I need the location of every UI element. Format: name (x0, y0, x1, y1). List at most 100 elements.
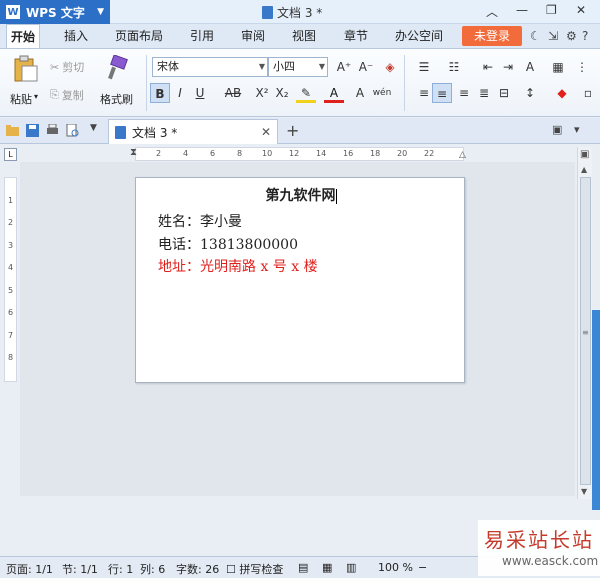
format-painter-label: 格式刷 (100, 93, 133, 106)
font-name-select[interactable]: 宋体 ▼ (152, 57, 268, 77)
zoom-out-icon[interactable]: − (418, 561, 427, 574)
menu-review[interactable]: 审阅 (237, 24, 269, 48)
print-preview-icon[interactable] (66, 124, 79, 137)
web-view-button[interactable]: ▥ (346, 561, 356, 574)
borders-button[interactable]: ▫ (578, 83, 598, 103)
scrollbar-thumb[interactable]: ≡ (580, 177, 591, 485)
ruler-tick: 22 (424, 149, 435, 158)
ruler-tick: 4 (8, 263, 14, 272)
menu-references[interactable]: 引用 (186, 24, 218, 48)
close-tab-icon[interactable]: ✕ (261, 125, 271, 139)
menu-office-space[interactable]: 办公空间 (391, 24, 447, 48)
distributed-button[interactable]: ⊟ (494, 83, 514, 103)
align-right-button[interactable]: ≡ (454, 83, 474, 103)
superscript-button[interactable]: X² (252, 83, 272, 103)
clear-format-icon[interactable]: ◈ (380, 57, 400, 77)
ruler-tick: 5 (8, 286, 14, 295)
document-tab-label: 文档 3 * (132, 125, 178, 140)
menu-home[interactable]: 开始 (6, 24, 41, 48)
quick-access-dropdown-icon[interactable]: ▼ (90, 123, 97, 133)
numbering-button[interactable]: ☷ (444, 57, 464, 77)
document-tab[interactable]: 文档 3 * ✕ (108, 119, 278, 144)
left-indent-marker[interactable]: ⧗ (130, 147, 137, 158)
font-size-value: 小四 (273, 60, 295, 73)
align-center-button[interactable]: ≡ (432, 83, 452, 103)
align-left-button[interactable]: ≡ (414, 83, 434, 103)
cut-button[interactable]: ✂ 剪切 (50, 59, 84, 75)
document-page[interactable]: 第九软件网 姓名：李小曼 电话：13813800000 地址：光明南路 x 号 … (135, 177, 465, 383)
ruler-tick: 14 (316, 149, 327, 158)
bold-button[interactable]: B (150, 83, 170, 103)
ruler-tick: 16 (343, 149, 354, 158)
text-direction-button[interactable]: A (520, 57, 540, 77)
strikethrough-button[interactable]: AB (220, 83, 246, 103)
paste-dropdown-icon[interactable]: ▾ (34, 92, 38, 101)
watermark: 易采站长站 www.easck.com (478, 520, 600, 576)
phonetic-guide-button[interactable]: wén (372, 83, 392, 103)
menu-insert[interactable]: 插入 (60, 24, 92, 48)
line-spacing-button[interactable]: ↕ (520, 83, 540, 103)
side-panel-strip[interactable] (592, 310, 600, 510)
help-icon[interactable]: ? (582, 29, 588, 43)
copy-button[interactable]: ⎘ 复制 (50, 87, 84, 103)
increase-indent-button[interactable]: ⇥ (498, 57, 518, 77)
shading-button[interactable]: ◆ (552, 83, 572, 103)
bullets-button[interactable]: ☰ (414, 57, 434, 77)
settings-icon[interactable]: ⚙ (566, 29, 577, 43)
shrink-font-button[interactable]: A⁻ (356, 57, 376, 77)
minimize-button[interactable]: — (516, 3, 528, 17)
collapse-ribbon-icon[interactable]: ︿ (486, 3, 498, 20)
outline-view-button[interactable]: ▦ (322, 561, 332, 574)
print-icon[interactable] (46, 124, 59, 137)
decrease-indent-button[interactable]: ⇤ (478, 57, 498, 77)
document-heading[interactable]: 第九软件网 (136, 185, 466, 205)
menu-chapter[interactable]: 章节 (340, 24, 372, 48)
document-line-name[interactable]: 姓名：李小曼 (158, 211, 242, 231)
right-indent-marker[interactable]: △ (459, 150, 466, 160)
grow-font-button[interactable]: A⁺ (334, 57, 354, 77)
format-painter-button[interactable]: 格式刷 (98, 53, 138, 111)
app-menu-button[interactable]: W WPS 文字 ▼ (0, 0, 110, 24)
scroll-down-icon[interactable]: ▼ (581, 487, 587, 496)
login-button[interactable]: 未登录 (462, 26, 522, 46)
status-word-count[interactable]: 字数: 26 (176, 561, 219, 577)
char-shading-button[interactable]: A (350, 83, 370, 103)
spell-check-label: 拼写检查 (239, 563, 284, 576)
document-line-address[interactable]: 地址：光明南路 x 号 x 楼 (158, 256, 318, 276)
italic-button[interactable]: I (170, 83, 190, 103)
window-title: 文档 3 * (262, 4, 322, 21)
scroll-up-icon[interactable]: ▲ (581, 165, 587, 174)
new-tab-icon[interactable]: + (286, 121, 299, 140)
page-view-button[interactable]: ▤ (298, 561, 308, 574)
font-color-button[interactable]: A (324, 83, 344, 103)
vertical-scrollbar[interactable]: ▣ ▲ ≡ ▼ (577, 147, 592, 499)
font-size-select[interactable]: 小四 ▼ (268, 57, 328, 77)
more-icon[interactable]: ⋮ (572, 57, 592, 77)
table-icon[interactable]: ▦ (548, 57, 568, 77)
skin-icon[interactable]: ⇲ (548, 29, 558, 43)
open-folder-icon[interactable] (6, 124, 19, 137)
document-icon (262, 6, 273, 19)
vertical-ruler[interactable]: 1 2 3 4 5 6 7 8 (4, 177, 17, 382)
page-view-icon[interactable]: ▣ (580, 149, 589, 160)
close-button[interactable]: ✕ (576, 3, 586, 17)
restore-button[interactable]: ❐ (546, 3, 557, 17)
tab-list-icon[interactable]: ▣ (552, 123, 562, 136)
tab-stop-selector[interactable]: L (4, 148, 17, 161)
justify-button[interactable]: ≣ (474, 83, 494, 103)
moon-icon[interactable]: ☾ (530, 29, 541, 43)
zoom-level[interactable]: 100 % (378, 561, 413, 574)
underline-button[interactable]: U (190, 83, 210, 103)
document-line-phone[interactable]: 电话：13813800000 (158, 234, 298, 254)
subscript-button[interactable]: X₂ (272, 83, 292, 103)
ruler-tick: 8 (237, 149, 243, 158)
menu-page-layout[interactable]: 页面布局 (111, 24, 167, 48)
tab-options-icon[interactable]: ▾ (574, 123, 580, 136)
save-icon[interactable] (26, 124, 39, 137)
highlight-button[interactable]: ✎ (296, 83, 316, 103)
ruler-tick: 6 (210, 149, 216, 158)
menu-view[interactable]: 视图 (288, 24, 320, 48)
horizontal-ruler[interactable]: 2 4 6 8 10 12 14 16 18 20 22 (135, 147, 464, 161)
paste-button[interactable]: 粘贴 ▾ (8, 53, 44, 111)
spell-check-toggle[interactable]: ☐ 拼写检查 (226, 561, 283, 577)
